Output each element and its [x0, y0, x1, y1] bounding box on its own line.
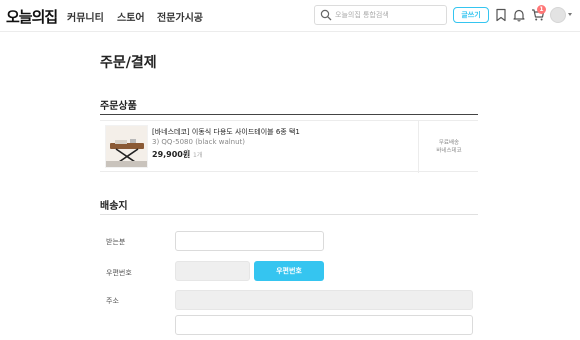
- avatar[interactable]: [550, 7, 566, 23]
- price-qty-separator: [187, 149, 188, 158]
- recipient-input[interactable]: [175, 231, 324, 251]
- nav-store[interactable]: 스토어: [117, 9, 145, 24]
- search-icon: [320, 9, 332, 21]
- zip-input[interactable]: [175, 261, 250, 281]
- address-input[interactable]: [175, 290, 473, 310]
- zip-label: 우편번호: [106, 269, 132, 277]
- recipient-label: 받는분: [106, 238, 126, 246]
- seller-name: 바네스데코: [436, 148, 462, 154]
- zip-search-button[interactable]: 우편번호: [254, 261, 324, 281]
- shipping-info: 무료배송 바네스데코: [420, 139, 478, 155]
- item-price: 29,900원: [152, 150, 191, 159]
- bookmark-icon[interactable]: [494, 8, 508, 22]
- address-detail-input[interactable]: [175, 315, 473, 335]
- product-image-icon: [106, 126, 147, 167]
- search-box[interactable]: 오늘의집 통합검색: [314, 5, 447, 25]
- logo[interactable]: 오늘의집: [6, 6, 58, 27]
- product-thumbnail[interactable]: [105, 125, 148, 168]
- search-placeholder: 오늘의집 통합검색: [335, 11, 389, 19]
- nav-expert[interactable]: 전문가시공: [157, 9, 203, 24]
- section-title-shipping: 배송지: [100, 201, 128, 212]
- item-option: 3) QQ-5080 (black walnut): [152, 138, 246, 146]
- shipping-fee: 무료배송: [438, 140, 460, 146]
- item-quantity: 1개: [193, 152, 203, 159]
- section-divider: [100, 214, 478, 215]
- top-header: 오늘의집 커뮤니티 스토어 전문가시공 오늘의집 통합검색 글쓰기 1: [0, 0, 580, 32]
- page-title: 주문/결제: [100, 55, 157, 71]
- section-divider: [100, 114, 478, 115]
- cart-count-badge: 1: [537, 5, 546, 14]
- nav-community[interactable]: 커뮤니티: [67, 9, 104, 24]
- write-button[interactable]: 글쓰기: [453, 7, 489, 23]
- section-title-order-products: 주문상품: [100, 101, 137, 112]
- order-item: [바네스데코] 이동식 다용도 사이드테이블 6종 택1 3) QQ-5080 …: [100, 120, 478, 173]
- item-name[interactable]: [바네스데코] 이동식 다용도 사이드테이블 6종 택1: [152, 127, 300, 137]
- chevron-down-icon[interactable]: [568, 13, 572, 16]
- address-label: 주소: [106, 297, 119, 305]
- bell-icon[interactable]: [512, 8, 526, 22]
- item-column-divider: [418, 121, 419, 173]
